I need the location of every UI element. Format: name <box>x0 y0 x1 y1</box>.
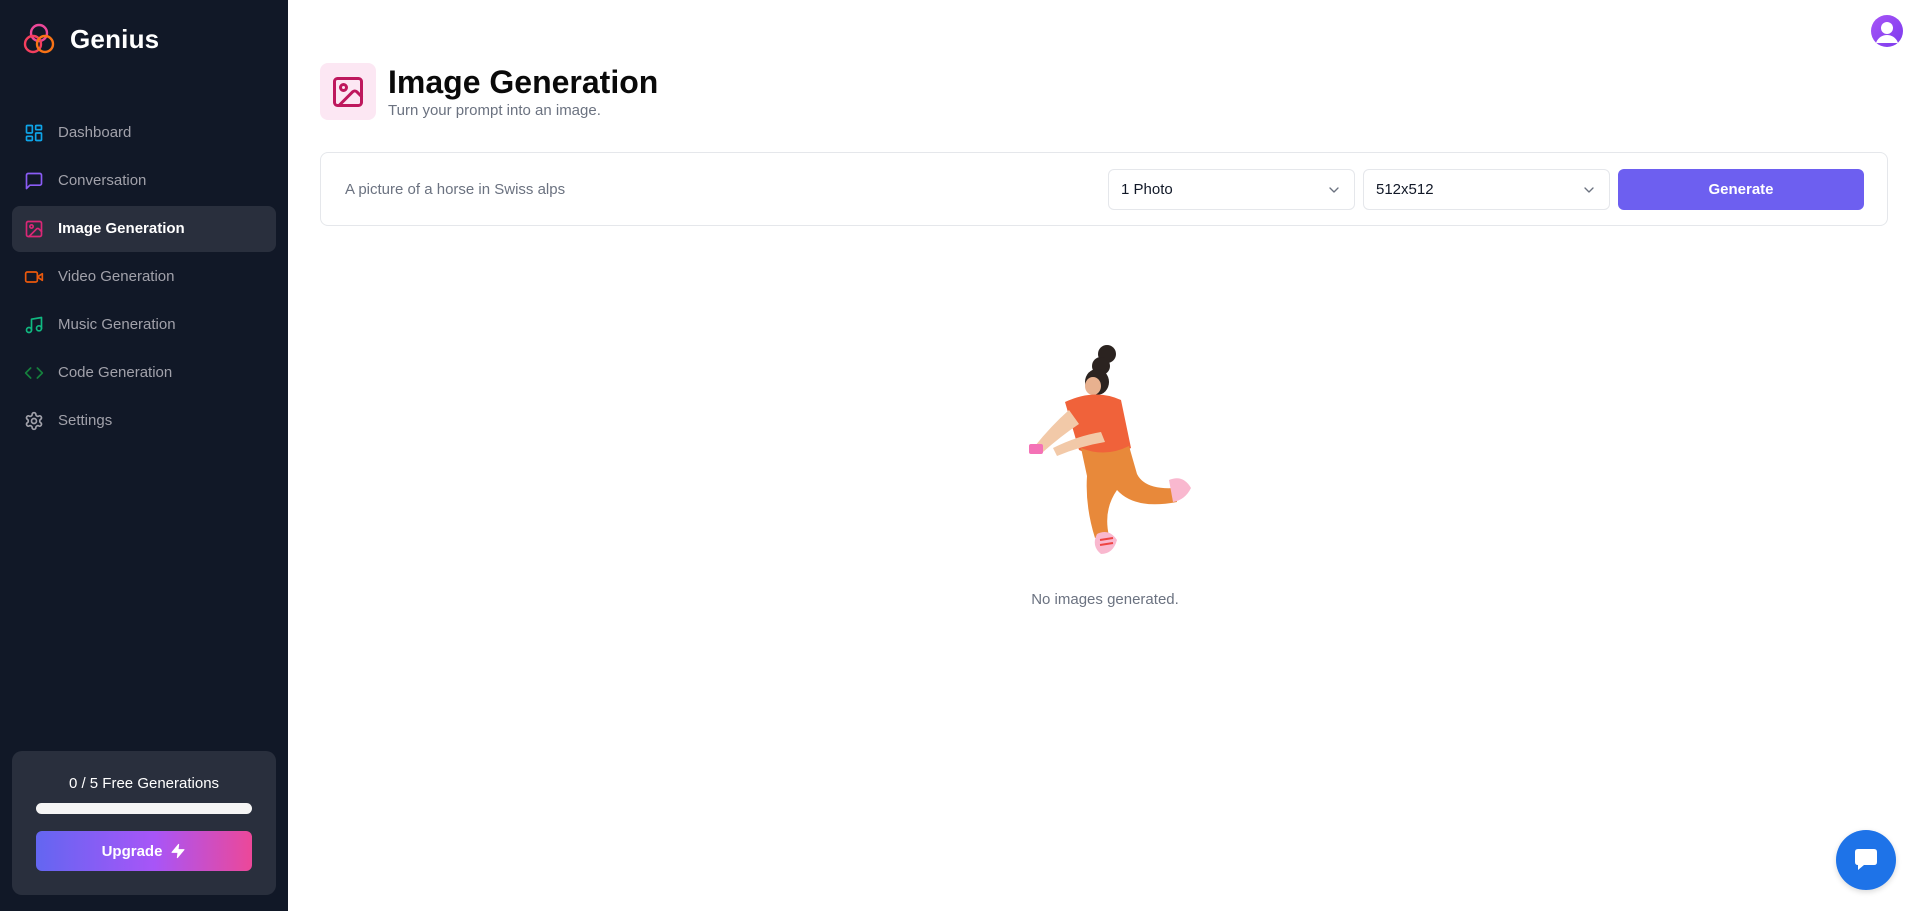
amount-select-value: 1 Photo <box>1121 181 1173 198</box>
sidebar-item-image-generation[interactable]: Image Generation <box>12 206 276 252</box>
sidebar-item-label: Settings <box>58 412 113 429</box>
sidebar-item-label: Dashboard <box>58 124 132 141</box>
page-subtitle: Turn your prompt into an image. <box>388 102 601 119</box>
image-icon <box>25 220 43 238</box>
sidebar-item-video-generation[interactable]: Video Generation <box>12 254 276 300</box>
free-generations-progress <box>36 803 252 814</box>
message-square-icon <box>25 172 43 190</box>
free-generations-counter: 0 / 5 Free Generations <box>68 775 220 792</box>
sidebar-item-conversation[interactable]: Conversation <box>12 158 276 204</box>
empty-state-text: No images generated. <box>1031 591 1179 608</box>
empty-state-illustration <box>1029 345 1191 554</box>
settings-icon <box>25 411 43 431</box>
brand-logo-link[interactable]: Genius <box>22 22 159 56</box>
sidebar-item-dashboard[interactable]: Dashboard <box>12 110 276 156</box>
prompt-form: 1 Photo 512x512 Generate <box>320 152 1888 226</box>
sidebar-item-music-generation[interactable]: Music Generation <box>12 302 276 348</box>
heading-text: Image Generation Turn your prompt into a… <box>388 63 658 120</box>
brand-name: Genius <box>70 23 160 54</box>
upgrade-button[interactable]: Upgrade <box>36 831 252 871</box>
page-title: Image Generation <box>388 64 659 100</box>
video-icon <box>24 271 44 283</box>
page-heading: Image Generation Turn your prompt into a… <box>320 63 658 120</box>
sidebar-item-label: Code Generation <box>58 364 173 381</box>
chevron-down-icon <box>1329 186 1339 193</box>
code-icon <box>24 367 44 379</box>
sidebar-item-settings[interactable]: Settings <box>12 398 276 444</box>
music-icon <box>25 316 43 334</box>
image-icon <box>333 76 363 107</box>
user-avatar-button[interactable] <box>1871 15 1903 47</box>
generate-button[interactable]: Generate <box>1618 169 1864 210</box>
sidebar-item-label: Music Generation <box>58 316 176 333</box>
sidebar-item-code-generation[interactable]: Code Generation <box>12 350 276 396</box>
heading-icon-box <box>320 63 376 120</box>
sidebar-nav: Dashboard Conversation Image Generation … <box>12 110 276 446</box>
sidebar: Genius Dashboard Conversation Image Gene… <box>0 0 288 911</box>
upgrade-button-label: Upgrade <box>101 842 163 860</box>
chat-bubble-icon <box>1855 849 1877 870</box>
genius-logo-icon <box>23 23 55 54</box>
chevron-down-icon <box>1584 186 1594 193</box>
empty-state: No images generated. <box>1000 340 1210 620</box>
sidebar-item-label: Conversation <box>58 172 147 189</box>
sidebar-item-label: Image Generation <box>58 220 185 237</box>
resolution-select[interactable]: 512x512 <box>1363 169 1610 210</box>
zap-icon <box>171 843 185 859</box>
free-generations-card: 0 / 5 Free Generations Upgrade <box>12 751 276 895</box>
resolution-select-value: 512x512 <box>1376 181 1434 198</box>
prompt-input[interactable] <box>345 169 1085 209</box>
amount-select[interactable]: 1 Photo <box>1108 169 1355 210</box>
sidebar-item-label: Video Generation <box>58 268 175 285</box>
chat-launcher-button[interactable] <box>1836 830 1896 890</box>
layout-dashboard-icon <box>25 124 43 142</box>
user-avatar-icon <box>1876 22 1898 43</box>
